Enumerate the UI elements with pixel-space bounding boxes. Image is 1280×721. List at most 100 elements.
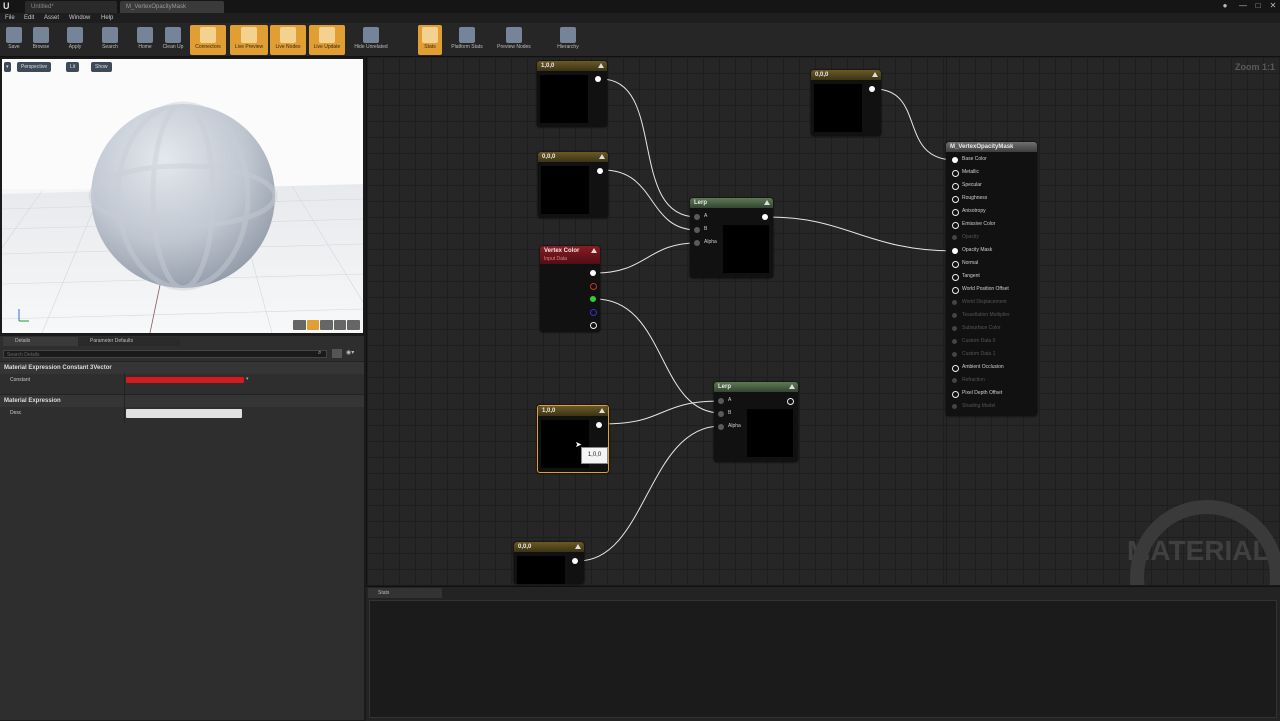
collapse-arrow-icon[interactable] [599, 154, 605, 159]
hierarchy-button[interactable]: Hierarchy [553, 25, 583, 55]
live-update-button[interactable]: Live Update [309, 25, 345, 55]
cylinder-shape-icon[interactable] [293, 320, 306, 330]
lerp-node[interactable]: Lerp A B Alpha [690, 198, 773, 278]
output-pin[interactable] [572, 558, 578, 564]
menu-asset[interactable]: Asset [44, 13, 59, 23]
blue-output-pin[interactable] [590, 309, 597, 316]
hide-unrelated-button[interactable]: Hide Unrelated [348, 25, 394, 55]
section-material-expression[interactable]: Material Expression [0, 394, 364, 407]
input-pin-b[interactable] [718, 411, 724, 417]
connectors-button[interactable]: Connectors [190, 25, 226, 55]
live-nodes-button[interactable]: Live Nodes [270, 25, 306, 55]
plane-shape-icon[interactable] [320, 320, 333, 330]
constant3vector-node[interactable]: 0,0,0 [538, 152, 608, 218]
view-options-icon[interactable] [332, 349, 342, 358]
input-pin-alpha[interactable] [718, 424, 724, 430]
collapse-arrow-icon[interactable] [591, 248, 597, 253]
menu-window[interactable]: Window [69, 13, 90, 23]
material-input-pin[interactable] [952, 352, 957, 357]
constant3vector-node[interactable]: 1,0,0 [537, 61, 607, 127]
home-button[interactable]: Home [135, 25, 155, 55]
collapse-arrow-icon[interactable] [575, 544, 581, 549]
preview-viewport[interactable] [2, 59, 363, 333]
output-pin[interactable] [869, 86, 875, 92]
material-input-pin[interactable] [952, 248, 958, 254]
collapse-arrow-icon[interactable] [764, 200, 770, 205]
input-pin-a[interactable] [694, 214, 700, 220]
menu-help[interactable]: Help [101, 13, 113, 23]
output-pin[interactable] [787, 398, 794, 405]
collapse-arrow-icon[interactable] [599, 408, 605, 413]
live-preview-button[interactable]: Live Preview [230, 25, 268, 55]
perspective-button[interactable]: Perspective [17, 62, 52, 72]
section-constant3vector[interactable]: Material Expression Constant 3Vector [0, 361, 364, 374]
menu-file[interactable]: File [5, 13, 15, 23]
tab-stats[interactable]: Stats [368, 588, 442, 598]
material-input-pin[interactable] [952, 209, 959, 216]
material-input-pin[interactable] [952, 157, 958, 163]
material-input-pin[interactable] [952, 196, 959, 203]
material-result-node[interactable]: M_VertexOpacityMask Base Color Metallic Sp… [946, 142, 1037, 416]
sphere-shape-icon[interactable] [306, 320, 320, 330]
browse-button[interactable]: Browse [30, 25, 52, 55]
search-icon[interactable]: ⌕ [318, 350, 321, 357]
settings-dropdown-icon[interactable]: ◉▾ [346, 349, 354, 356]
material-input-pin[interactable] [952, 300, 957, 305]
material-input-pin[interactable] [952, 183, 959, 190]
output-pin[interactable] [597, 168, 603, 174]
vertex-color-node[interactable]: Vertex Color Input Data [540, 246, 600, 332]
output-pin[interactable] [595, 76, 601, 82]
material-input-pin[interactable] [952, 274, 959, 281]
material-input-pin[interactable] [952, 261, 959, 268]
green-output-pin[interactable] [590, 296, 596, 302]
custom-mesh-icon[interactable] [347, 320, 360, 330]
tab-parameter-defaults[interactable]: Parameter Defaults [78, 337, 180, 346]
expand-arrow-icon[interactable]: ▾ [246, 376, 249, 382]
material-input-pin[interactable] [952, 326, 957, 331]
rgb-output-pin[interactable] [590, 270, 596, 276]
maximize-button[interactable]: □ [1251, 0, 1265, 12]
desc-input[interactable] [126, 409, 242, 418]
material-input-pin[interactable] [952, 170, 959, 177]
lerp-node[interactable]: Lerp A B Alpha [714, 382, 798, 462]
constant-color-swatch[interactable] [126, 377, 244, 383]
window-tab-untitled[interactable]: Untitled* [25, 1, 117, 13]
output-pin[interactable] [762, 214, 768, 220]
search-details-input[interactable]: Search Details [3, 350, 327, 358]
material-input-pin[interactable] [952, 339, 957, 344]
stats-button[interactable]: Stats [418, 25, 442, 55]
material-input-pin[interactable] [952, 235, 957, 240]
material-input-pin[interactable] [952, 404, 957, 409]
material-input-pin[interactable] [952, 287, 959, 294]
cube-shape-icon[interactable] [333, 320, 347, 330]
material-input-pin[interactable] [952, 313, 957, 318]
platform-stats-button[interactable]: Platform Stats [446, 25, 488, 55]
material-input-pin[interactable] [952, 378, 957, 383]
minimize-button[interactable]: — [1236, 0, 1250, 12]
input-pin-b[interactable] [694, 227, 700, 233]
material-input-pin[interactable] [952, 365, 959, 372]
output-pin[interactable] [596, 422, 602, 428]
alpha-output-pin[interactable] [590, 322, 597, 329]
search-button[interactable]: Search [97, 25, 123, 55]
apply-button[interactable]: Apply [64, 25, 86, 55]
input-pin-a[interactable] [718, 398, 724, 404]
material-input-pin[interactable] [952, 391, 959, 398]
collapse-arrow-icon[interactable] [598, 63, 604, 68]
clean-up-button[interactable]: Clean Up [160, 25, 186, 55]
tab-details[interactable]: Details [3, 337, 85, 346]
lit-button[interactable]: Lit [66, 62, 80, 72]
collapse-arrow-icon[interactable] [789, 384, 795, 389]
red-output-pin[interactable] [590, 283, 597, 290]
notification-icon[interactable]: ● [1218, 0, 1232, 12]
window-tab-material[interactable]: M_VertexOpacityMask [120, 1, 224, 13]
constant3vector-node[interactable]: 0,0,0 [811, 70, 881, 136]
viewport-options-icon[interactable]: ▾ [4, 62, 11, 72]
show-button[interactable]: Show [91, 62, 112, 72]
input-pin-alpha[interactable] [694, 240, 700, 246]
material-input-pin[interactable] [952, 222, 959, 229]
material-graph-canvas[interactable]: Zoom 1:1 MATERIAL [366, 57, 1280, 585]
preview-nodes-button[interactable]: Preview Nodes [493, 25, 535, 55]
close-button[interactable]: ✕ [1266, 0, 1280, 12]
constant3vector-node[interactable]: 0,0,0 [514, 542, 584, 584]
